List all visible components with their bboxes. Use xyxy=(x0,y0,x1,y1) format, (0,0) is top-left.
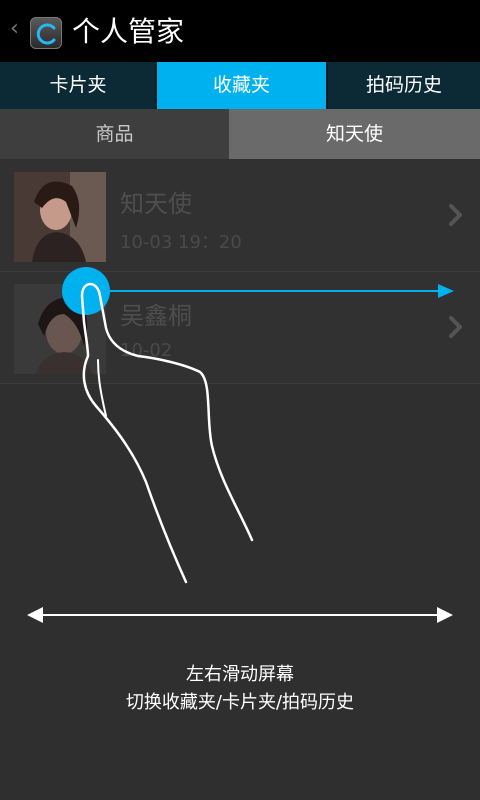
left-right-double-arrow xyxy=(27,607,453,623)
swipe-hand-icon xyxy=(80,282,254,584)
swipe-hint-text: 左右滑动屏幕 xyxy=(186,664,294,685)
swipe-right-arrow xyxy=(105,284,454,298)
swipe-hint-subtext: 切换收藏夹/卡片夹/拍码历史 xyxy=(125,692,355,713)
hand-finger-line xyxy=(97,359,107,417)
